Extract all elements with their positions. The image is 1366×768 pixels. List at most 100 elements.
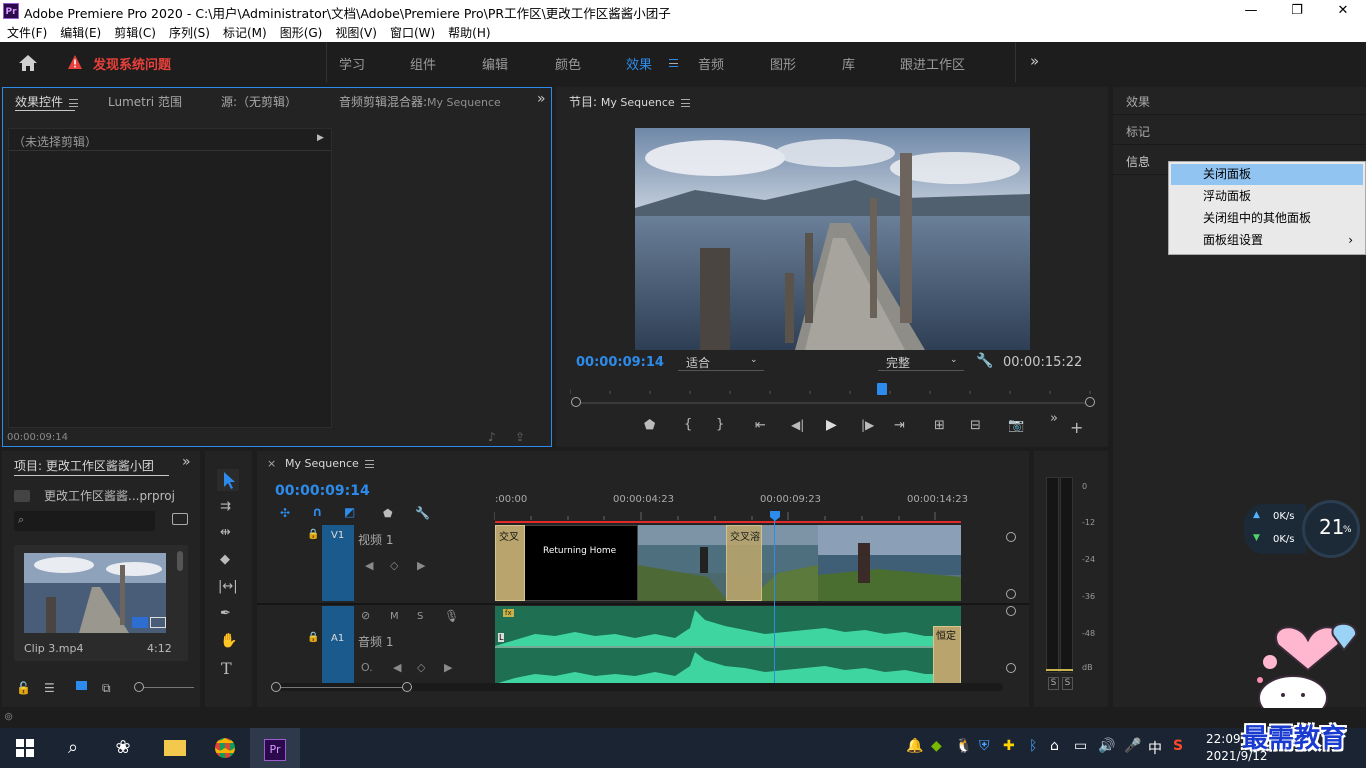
qq-icon[interactable]: 🐧 [955,738,972,754]
menu-help[interactable]: 帮助(H) [441,22,496,41]
sequence-tab[interactable]: My Sequence [285,457,374,470]
tab-libraries[interactable]: 库 [842,54,855,73]
audio-keyframe-toggle-icon[interactable]: O. [361,661,373,674]
expand-arrow-icon[interactable]: ▶ [317,133,324,143]
task-view-icon[interactable]: ❀ [98,728,148,768]
type-tool[interactable]: T [221,659,232,678]
solo-left-button[interactable]: S [1048,677,1059,690]
tab-lumetri-scopes[interactable]: Lumetri 范围 [108,93,182,110]
audio-clip[interactable]: fx L [495,606,961,684]
timeline-ruler[interactable] [493,509,960,520]
prev-keyframe-icon[interactable]: ◀ [365,559,373,572]
next-keyframe-icon[interactable]: ▶ [417,559,425,572]
audio-only-icon[interactable]: ♪ [488,430,496,444]
menu-file[interactable]: 文件(F) [0,22,53,41]
export-icon[interactable]: ⇪ [515,430,525,444]
menu-window[interactable]: 窗口(W) [383,22,441,41]
tab-effects-menu-icon[interactable] [663,55,678,69]
add-button-icon[interactable]: + [1070,418,1083,437]
tab-audio-clip-mixer[interactable]: 音频剪辑混合器:My Sequence [339,93,501,110]
system-warning-link[interactable]: 发现系统问题 [93,54,171,73]
menu-item-close-other-panels[interactable]: 关闭组中的其他面板 [1171,208,1363,229]
maximize-button[interactable]: ❐ [1274,0,1320,22]
security-shield-icon[interactable]: ⛨ [979,738,990,754]
voiceover-mic-icon[interactable]: 🎙 [444,609,459,623]
panel-more-button[interactable]: » [537,91,546,107]
tab-audio[interactable]: 音频 [698,54,724,73]
panel-markers[interactable]: 标记 [1113,117,1366,145]
audio-next-keyframe-icon[interactable]: ▶ [444,661,452,674]
search-icon[interactable]: ⌕ [48,728,98,768]
menu-item-close-panel[interactable]: 关闭面板 [1171,164,1363,185]
timeline-playhead-line[interactable] [774,519,775,684]
timeline-scroll-thumb[interactable] [277,687,407,688]
tab-source[interactable]: 源:（无剪辑） [221,93,297,110]
linked-selection-icon[interactable]: ◩ [344,505,355,519]
go-to-in-icon[interactable]: ⇤ [755,418,766,433]
audio-transition-clip[interactable]: 恒定 [933,626,961,684]
hand-tool[interactable]: ✋ [220,633,237,649]
premiere-taskbar-icon[interactable]: Pr [250,728,300,768]
marker-icon[interactable]: ⬟ [644,418,655,433]
new-search-bin-icon[interactable] [172,513,188,525]
step-forward-icon[interactable]: |▶ [861,418,874,432]
file-explorer-icon[interactable] [150,728,200,768]
lift-icon[interactable]: ⊞ [934,418,945,433]
zoom-slider-track[interactable] [144,687,194,688]
timeline-settings-icon[interactable]: 🔧 [415,506,430,520]
project-more-button[interactable]: » [182,454,191,470]
program-playhead[interactable] [877,383,887,395]
volume-icon[interactable]: 🔊 [1098,738,1115,754]
sync-lock-icon[interactable]: ⊘ [361,609,370,622]
tab-graphics[interactable]: 图形 [770,54,796,73]
track-target-a1[interactable]: A1 [322,606,354,684]
timeline-zoom-handle-left[interactable] [271,682,281,692]
menu-markers[interactable]: 标记(M) [216,22,273,41]
v-scroll-handle-bottom[interactable] [1006,589,1016,599]
mute-button[interactable]: M [390,611,399,622]
audio-prev-keyframe-icon[interactable]: ◀ [393,661,401,674]
add-marker-icon[interactable]: ⬟ [383,507,393,520]
fit-dropdown[interactable]: 适合 ⌄ [678,353,764,371]
menu-item-panel-group-settings[interactable]: 面板组设置 › [1171,230,1363,251]
nvidia-icon[interactable]: ◆ [931,738,942,754]
add-keyframe-icon[interactable]: ◇ [390,559,398,572]
ime-indicator[interactable]: 中 [1148,738,1162,758]
nest-icon[interactable]: ✣ [280,506,290,520]
zoom-bar[interactable] [576,402,1090,404]
windows-start-icon[interactable] [0,728,50,768]
mark-out-icon[interactable]: } [716,417,724,432]
slip-tool[interactable]: |↔| [218,579,238,594]
panel-menu-icon[interactable] [69,98,79,107]
wrench-icon[interactable]: 🔧 [976,353,993,369]
menu-edit[interactable]: 编辑(E) [53,22,107,41]
tab-color[interactable]: 颜色 [555,54,581,73]
program-current-timecode[interactable]: 00:00:09:14 [576,355,664,370]
audio-add-keyframe-icon[interactable]: ◇ [417,661,425,674]
network-icon[interactable]: ⌂ [1050,738,1059,754]
project-search-input[interactable]: ⌕ [14,511,155,531]
extract-icon[interactable]: ⊟ [970,418,981,433]
track-lock-icon[interactable]: 🔒 [307,529,319,540]
clip-thumbnail-card[interactable]: Clip 3.mp4 4:12 [14,545,188,661]
close-window-button[interactable]: ✕ [1320,0,1366,22]
pen-tool[interactable]: ✒ [220,606,231,621]
menu-item-float-panel[interactable]: 浮动面板 [1171,186,1363,207]
snap-icon[interactable]: ∩ [312,505,323,520]
menu-view[interactable]: 视图(V) [328,22,383,41]
tab-editing[interactable]: 编辑 [482,54,508,73]
go-to-out-icon[interactable]: ⇥ [894,418,905,433]
list-view-icon[interactable]: ☰ [44,681,55,695]
mark-in-icon[interactable]: { [684,417,692,432]
selection-tool[interactable] [217,469,239,491]
menu-graphics[interactable]: 图形(G) [273,22,329,41]
play-icon[interactable]: ▶ [826,417,837,433]
bluetooth-icon[interactable]: ᛒ [1029,738,1037,754]
timeline-zoom-handle-right[interactable] [402,682,412,692]
program-menu-icon[interactable] [680,98,690,107]
video-clip-3[interactable] [818,525,961,601]
clock-time[interactable]: 22:09 [1206,732,1241,746]
a-scroll-handle-top[interactable] [1006,606,1016,616]
solo-right-button[interactable]: S [1062,677,1073,690]
zoom-handle-left[interactable] [571,397,581,407]
